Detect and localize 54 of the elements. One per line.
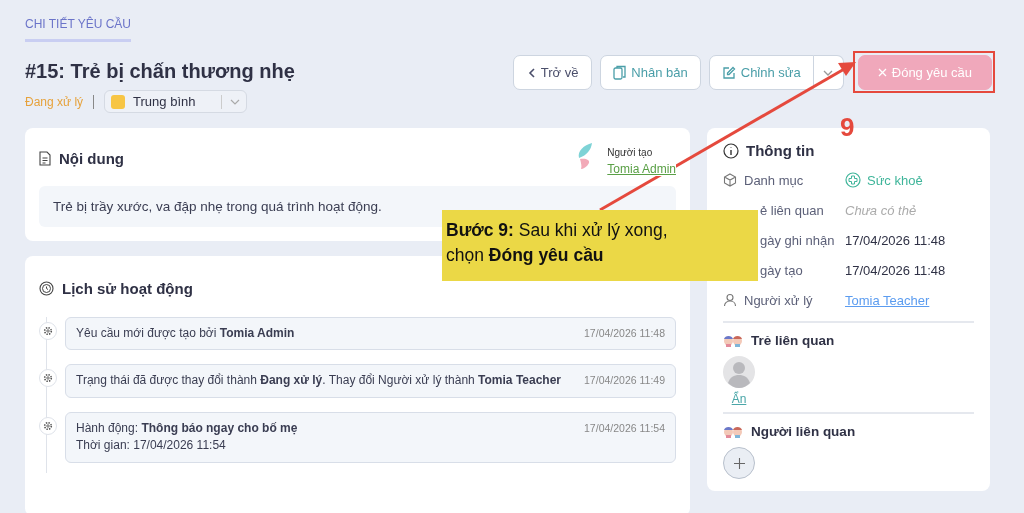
callout-text: Bước 9: Sau khi xử lý xong, chọn Đóng yêu cầu: [442, 210, 758, 281]
entry-time: 17/04/2026 11:49: [584, 374, 665, 389]
child-link[interactable]: Ẩn: [731, 392, 747, 406]
edit-icon: [721, 65, 736, 80]
back-button[interactable]: Trở về: [512, 55, 593, 90]
gear-icon: [43, 420, 53, 431]
avatar-icon[interactable]: [723, 356, 755, 388]
entry-text: Hành động: Thông báo ngay cho bố mẹ Thời gian: 17/04/2026 11:54: [76, 419, 298, 455]
field-label: Danh mục: [744, 172, 804, 188]
field-label: Người xử lý: [744, 292, 813, 308]
cube-icon: [723, 173, 737, 187]
children-icon: [723, 425, 743, 438]
field-value: 17/04/2026 11:48: [845, 262, 946, 278]
document-icon: [39, 151, 51, 166]
step-number: 9: [840, 112, 855, 143]
history-icon: [39, 281, 54, 296]
chevron-down-icon: [823, 69, 834, 76]
copy-icon: [613, 65, 627, 80]
entry-text: Trạng thái đã được thay đổi thành Đang xử lý. Thay đổi Người xử lý thành Tomia Teacher: [76, 372, 561, 390]
chevron-left-icon: [527, 67, 536, 78]
close-button[interactable]: Đóng yêu cầu: [857, 55, 992, 90]
entry-text: Yêu cầu mới được tạo bởi Tomia Admin: [76, 325, 295, 342]
children-icon: [723, 334, 743, 347]
close-icon: [877, 68, 887, 77]
field-value: 17/04/2026 11:48: [845, 232, 946, 248]
add-person-button[interactable]: [723, 447, 755, 479]
field-label: gày tạo: [760, 262, 803, 278]
field-label: ẻ liên quan: [760, 202, 824, 218]
category-value: Sức khoẻ: [867, 172, 923, 188]
section-title: Người liên quan: [751, 424, 856, 439]
medical-plus-icon: [845, 172, 861, 188]
assignee-link[interactable]: Tomia Teacher: [845, 292, 930, 308]
edit-button[interactable]: Chỉnh sửa: [708, 55, 814, 90]
entry-time: 17/04/2026 11:54: [584, 421, 665, 436]
person-icon: [723, 293, 737, 307]
chevron-down-icon: [230, 98, 241, 105]
duplicate-button[interactable]: Nhân bản: [600, 55, 701, 90]
gear-icon: [43, 373, 53, 384]
section-title: Nội dung: [59, 150, 124, 167]
section-title: Trẻ liên quan: [751, 333, 835, 348]
field-label: gày ghi nhận: [760, 232, 835, 248]
creator-label: Người tạo: [607, 147, 653, 158]
plus-icon: [733, 457, 745, 469]
page-title: #15: Trẻ bị chấn thương nhẹ: [25, 60, 295, 83]
field-value: Chưa có thẻ: [845, 202, 917, 218]
entry-time: 17/04/2026 11:48: [584, 327, 665, 341]
info-icon: [723, 142, 739, 159]
gear-icon: [43, 326, 53, 336]
section-title: Lịch sử hoạt động: [62, 280, 193, 297]
section-title: Thông tin: [746, 142, 815, 159]
breadcrumb-tab[interactable]: CHI TIẾT YÊU CẦU: [25, 17, 132, 42]
status-label: Đang xử lý: [25, 94, 84, 109]
priority-dropdown[interactable]: Trung bình: [104, 90, 248, 113]
creator-link[interactable]: Tomia Admin: [607, 162, 676, 176]
